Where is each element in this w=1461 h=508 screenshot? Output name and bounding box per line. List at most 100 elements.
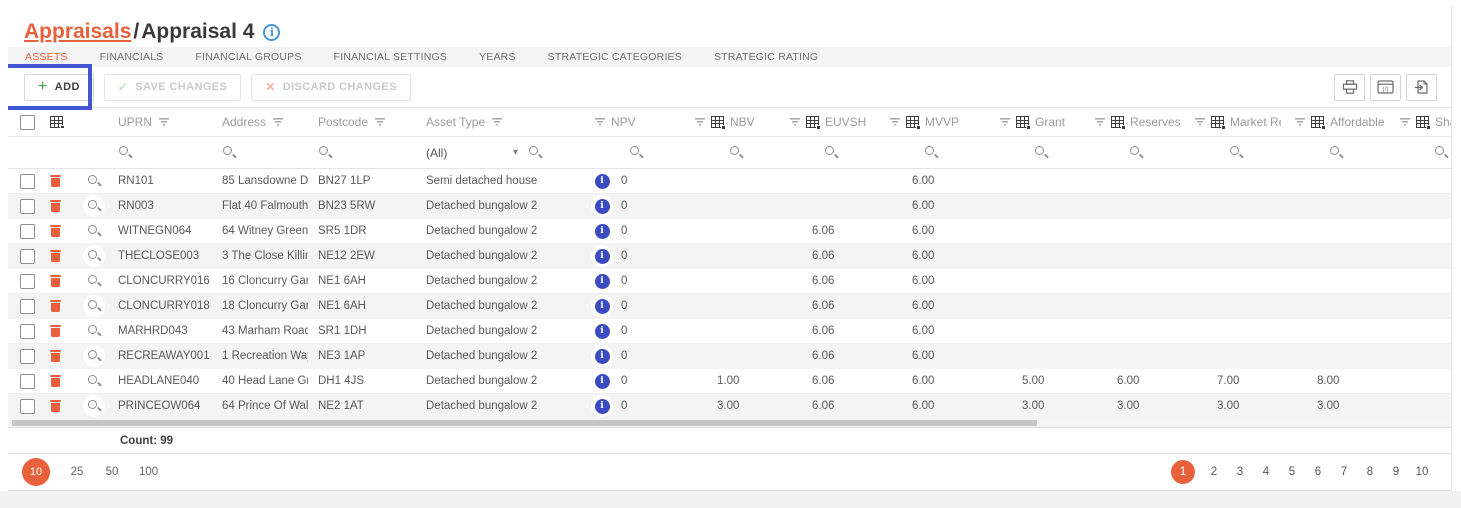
export-code-button[interactable]: (/) [1370,74,1401,101]
cell-asset-type[interactable]: Detached bungalow 2 [416,400,581,412]
cell-euvsh[interactable]: 6.06 [776,350,876,362]
discard-changes-button[interactable]: DISCARD CHANGES [251,74,411,101]
trash-icon[interactable] [50,375,61,388]
cell-postcode[interactable]: NE1 6AH [308,300,416,312]
column-header-nbv[interactable]: NBV [681,115,776,129]
cell-mvvp[interactable]: 6.00 [876,300,986,312]
row-checkbox[interactable] [20,299,35,314]
cell-address[interactable]: 40 Head Lane Great ... [212,375,308,387]
cell-uprn[interactable]: THECLOSE003 [108,250,212,262]
filter-shared[interactable] [1386,145,1452,160]
cell-postcode[interactable]: SR5 1DR [308,225,416,237]
row-checkbox[interactable] [20,224,35,239]
cell-asset-type[interactable]: Detached bungalow 2 [416,375,581,387]
filter-npv[interactable] [581,145,681,160]
cell-asset-type[interactable]: Detached bungalow 2 [416,275,581,287]
cell-mvvp[interactable]: 6.00 [876,175,986,187]
filter-icon[interactable] [492,118,502,126]
column-header-asset-type[interactable]: Asset Type [416,115,581,129]
cell-npv[interactable]: 0 [581,395,681,417]
row-checkbox[interactable] [20,274,35,289]
cell-grant[interactable]: 5.00 [986,375,1081,387]
search-icon[interactable] [87,274,102,289]
cell-uprn[interactable]: RN101 [108,175,212,187]
filter-icon[interactable] [1400,118,1410,126]
cell-uprn[interactable]: RECREAWAY001 [108,350,212,362]
page-5[interactable]: 5 [1285,466,1299,478]
column-header-address[interactable]: Address [212,115,308,129]
column-header-affordable-rent[interactable]: Affordable Re [1281,115,1386,129]
column-header-euvsh[interactable]: EUVSH [776,115,876,129]
filter-icon[interactable] [1095,118,1105,126]
cell-mvvp[interactable]: 6.00 [876,400,986,412]
column-header-postcode[interactable]: Postcode [308,115,416,129]
cell-address[interactable]: 18 Cloncurry Garden... [212,300,308,312]
page-1[interactable]: 1 [1171,460,1195,484]
column-header-market-rent[interactable]: Market Rent [1181,115,1281,129]
filter-icon[interactable] [375,118,385,126]
cell-reserves[interactable]: 6.00 [1081,375,1181,387]
filter-grant[interactable] [986,145,1081,160]
cell-npv[interactable]: 0 [581,170,681,192]
cell-postcode[interactable]: BN27 1LP [308,175,416,187]
search-icon[interactable] [87,349,102,364]
filter-uprn[interactable] [108,145,212,160]
search-icon[interactable] [87,249,102,264]
cell-uprn[interactable]: HEADLANE040 [108,375,212,387]
filter-icon[interactable] [1295,118,1305,126]
search-icon[interactable] [87,224,102,239]
filter-euvsh[interactable] [776,145,876,160]
cell-postcode[interactable]: NE3 1AP [308,350,416,362]
row-checkbox[interactable] [20,324,35,339]
search-icon[interactable] [87,299,102,314]
horizontal-scrollbar[interactable] [8,419,1451,427]
grid-edit-icon[interactable] [50,116,63,128]
cell-euvsh[interactable]: 6.06 [776,250,876,262]
cell-npv[interactable]: 0 [581,345,681,367]
cell-reserves[interactable]: 3.00 [1081,400,1181,412]
search-icon[interactable] [87,324,102,339]
print-button[interactable] [1334,74,1365,101]
page-size-25[interactable]: 25 [69,466,85,478]
cell-postcode[interactable]: SR1 1DH [308,325,416,337]
cell-grant[interactable]: 3.00 [986,400,1081,412]
page-7[interactable]: 7 [1337,466,1351,478]
page-3[interactable]: 3 [1233,466,1247,478]
cell-mvvp[interactable]: 6.00 [876,375,986,387]
trash-icon[interactable] [50,350,61,363]
row-checkbox[interactable] [20,249,35,264]
cell-nbv[interactable]: 3.00 [681,400,776,412]
cell-mvvp[interactable]: 6.00 [876,225,986,237]
cell-address[interactable]: 64 Witney Green Mu... [212,225,308,237]
cell-npv[interactable]: 0 [581,370,681,392]
search-icon[interactable] [87,374,102,389]
cell-postcode[interactable]: NE2 1AT [308,400,416,412]
export-file-button[interactable] [1406,74,1437,101]
cell-euvsh[interactable]: 6.06 [776,325,876,337]
cell-address[interactable]: 3 The Close Killingw... [212,250,308,262]
cell-asset-type[interactable]: Detached bungalow 2 [416,225,581,237]
tab-years[interactable]: YEARS [479,47,516,67]
tab-financials[interactable]: FINANCIALS [100,47,164,67]
tab-financial-settings[interactable]: FINANCIAL SETTINGS [334,47,447,67]
cell-asset-type[interactable]: Detached bungalow 2 [416,200,581,212]
cell-asset-type[interactable]: Semi detached house [416,175,581,187]
cell-affordable-rent[interactable]: 3.00 [1281,400,1386,412]
cell-uprn[interactable]: CLONCURRY016 [108,275,212,287]
cell-npv[interactable]: 0 [581,270,681,292]
cell-uprn[interactable]: MARHRD043 [108,325,212,337]
column-header-shared[interactable]: Shared [1386,115,1452,129]
cell-npv[interactable]: 0 [581,220,681,242]
filter-icon[interactable] [890,118,900,126]
page-size-100[interactable]: 100 [139,466,158,478]
cell-euvsh[interactable]: 6.06 [776,225,876,237]
cell-market-rent[interactable]: 3.00 [1181,400,1281,412]
cell-mvvp[interactable]: 6.00 [876,250,986,262]
cell-euvsh[interactable]: 6.06 [776,375,876,387]
info-icon[interactable] [263,24,280,41]
cell-market-rent[interactable]: 7.00 [1181,375,1281,387]
cell-affordable-rent[interactable]: 8.00 [1281,375,1386,387]
cell-euvsh[interactable]: 6.06 [776,300,876,312]
cell-npv[interactable]: 0 [581,245,681,267]
tab-strategic-categories[interactable]: STRATEGIC CATEGORIES [548,47,682,67]
